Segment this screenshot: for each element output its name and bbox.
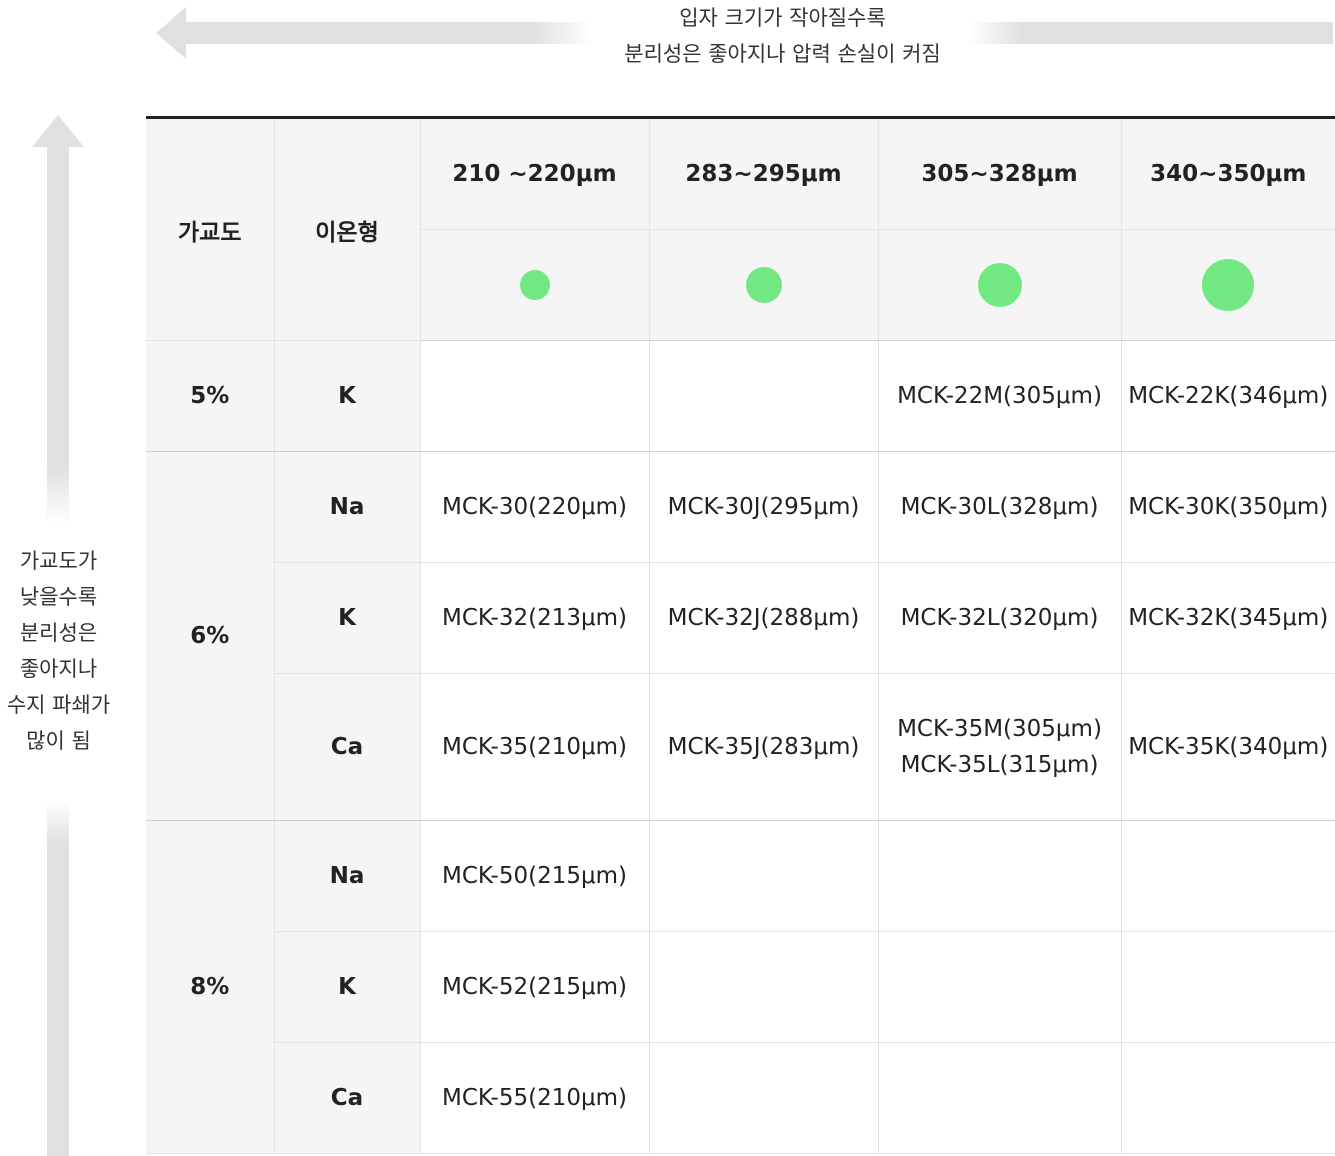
caption-line: 분리성은 xyxy=(19,621,98,645)
product-table: 가교도 이온형 210 ~220μm 283~295μm 305~328μm 3… xyxy=(146,116,1335,1154)
product-cell xyxy=(1120,931,1335,1043)
product-cell xyxy=(1120,820,1335,932)
crosslink-arrow: 가교도가 낮을수록 분리성은 좋아지나 수지 파쇄가 많이 됨 xyxy=(0,115,120,1156)
product-cell: MCK-30(220μm) xyxy=(419,451,650,563)
product-cell xyxy=(648,820,879,932)
product-cell xyxy=(1120,1042,1335,1154)
product-cell xyxy=(648,340,879,452)
crosslink-value: 6% xyxy=(146,451,275,821)
product-cell: MCK-52(215μm) xyxy=(419,931,650,1043)
arrow-bar-upper xyxy=(47,145,69,525)
particle-dot-icon xyxy=(1202,259,1255,311)
product-cell: MCK-32(213μm) xyxy=(419,562,650,674)
crosslink-value: 8% xyxy=(146,820,275,1154)
size-header: 283~295μm xyxy=(648,117,879,230)
product-cell xyxy=(877,931,1122,1043)
particle-dot-icon xyxy=(519,270,550,300)
product-cell xyxy=(648,1042,879,1154)
ion-value: Ca xyxy=(274,1042,421,1154)
left-arrow-head xyxy=(156,7,186,59)
caption-line: 수지 파쇄가 xyxy=(6,693,111,717)
product-cell: MCK-32J(288μm) xyxy=(648,562,879,674)
product-cell: MCK-50(215μm) xyxy=(419,820,650,932)
product-cell: MCK-22K(346μm) xyxy=(1120,340,1335,452)
size-header: 340~350μm xyxy=(1120,117,1335,230)
ion-value: K xyxy=(273,340,421,452)
product-cell xyxy=(419,340,650,452)
table-row: 6% Na MCK-30(220μm) MCK-30J(295μm) MCK-3… xyxy=(146,451,1335,821)
ion-type-header: 이온형 xyxy=(273,117,421,341)
product-cell xyxy=(877,820,1122,932)
ion-value: Na xyxy=(273,451,421,563)
product-cell: MCK-35(210μm) xyxy=(419,673,650,821)
product-cell xyxy=(648,931,879,1043)
product-cell: MCK-35K(340μm) xyxy=(1120,673,1335,821)
table-row: Ca MCK-35(210μm) MCK-35J(283μm) MCK-35M(… xyxy=(146,673,1335,821)
header-row: 가교도 이온형 210 ~220μm 283~295μm 305~328μm 3… xyxy=(146,117,1335,341)
up-arrow-head xyxy=(32,115,84,147)
product-name: MCK-35L(315μm) xyxy=(900,752,1099,778)
table-row: 8% Na MCK-50(215μm) xyxy=(146,820,1335,1154)
product-cell: MCK-32K(345μm) xyxy=(1120,562,1335,674)
ion-value: K xyxy=(274,562,421,674)
product-cell: MCK-22M(305μm) xyxy=(877,340,1122,452)
particle-dot-icon xyxy=(977,263,1022,307)
size-header: 305~328μm xyxy=(877,117,1122,230)
particle-size-arrow: 입자 크기가 작아질수록 분리성은 좋아지나 압력 손실이 커짐 xyxy=(0,0,1335,70)
caption-line: 분리성은 좋아지나 압력 손실이 커짐 xyxy=(624,42,941,66)
caption-line: 낮을수록 xyxy=(19,585,98,609)
dot-cell xyxy=(648,229,879,341)
table-row: K MCK-52(215μm) xyxy=(146,931,1335,1043)
table-row: K MCK-32(213μm) MCK-32J(288μm) MCK-32L(3… xyxy=(146,562,1335,674)
arrow-bar-left xyxy=(183,22,593,44)
ion-value: Ca xyxy=(274,673,421,821)
product-cell: MCK-32L(320μm) xyxy=(877,562,1122,674)
dot-cell xyxy=(420,229,650,341)
caption-line: 입자 크기가 작아질수록 xyxy=(679,6,886,30)
product-name: MCK-35M(305μm) xyxy=(897,716,1102,742)
particle-dot-icon xyxy=(745,267,782,303)
crosslink-header: 가교도 xyxy=(146,117,275,341)
product-cell: MCK-30J(295μm) xyxy=(648,451,879,563)
arrow-bar-right xyxy=(968,22,1333,44)
table-row: 5% K MCK-22M(305μm) MCK-22K(346μm) xyxy=(146,340,1335,452)
product-cell: MCK-35J(283μm) xyxy=(648,673,879,821)
ion-value: Na xyxy=(273,820,421,932)
particle-size-caption: 입자 크기가 작아질수록 분리성은 좋아지나 압력 손실이 커짐 xyxy=(560,0,1005,72)
crosslink-value: 5% xyxy=(146,340,275,452)
dot-cell xyxy=(877,229,1122,341)
product-cell: MCK-30L(328μm) xyxy=(877,451,1122,563)
crosslink-caption: 가교도가 낮을수록 분리성은 좋아지나 수지 파쇄가 많이 됨 xyxy=(0,543,117,759)
product-cell xyxy=(877,1042,1122,1154)
product-cell: MCK-30K(350μm) xyxy=(1120,451,1335,563)
caption-line: 가교도가 xyxy=(19,549,98,573)
size-header: 210 ~220μm xyxy=(419,117,650,230)
table-row: Ca MCK-55(210μm) xyxy=(146,1042,1335,1154)
caption-line: 많이 됨 xyxy=(26,729,91,753)
caption-line: 좋아지나 xyxy=(19,657,98,681)
ion-value: K xyxy=(274,931,421,1043)
product-cell: MCK-35M(305μm) MCK-35L(315μm) xyxy=(877,673,1122,821)
arrow-bar-lower xyxy=(47,801,69,1156)
product-cell: MCK-55(210μm) xyxy=(419,1042,650,1154)
dot-cell xyxy=(1120,229,1335,341)
